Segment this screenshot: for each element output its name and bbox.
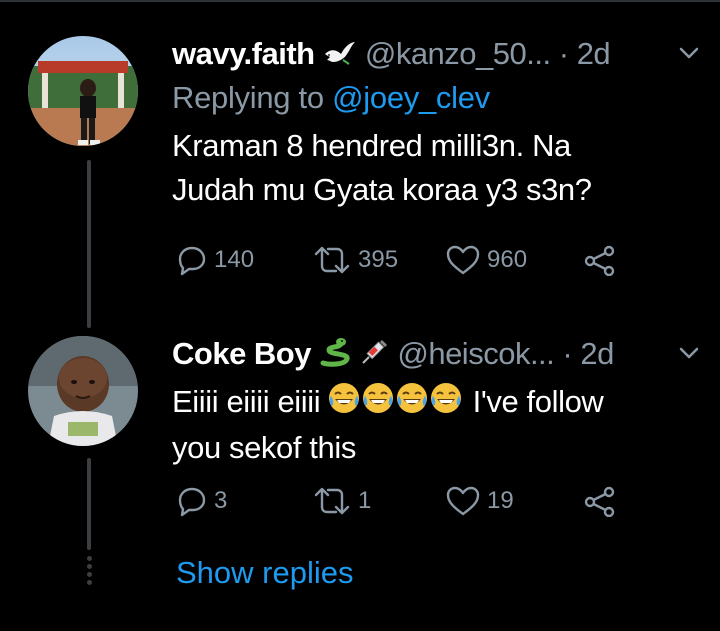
show-replies-link[interactable]: Show replies bbox=[176, 555, 353, 591]
tweet-text-segment: Eiiii eiiii eiiii bbox=[172, 384, 321, 419]
retweet-icon bbox=[314, 246, 350, 274]
reply-count: 140 bbox=[214, 246, 255, 273]
like-button[interactable]: 19 bbox=[445, 485, 514, 517]
reply-button[interactable]: 3 bbox=[176, 485, 227, 517]
share-button[interactable] bbox=[582, 485, 618, 517]
user-handle[interactable]: @heiscok... bbox=[397, 336, 554, 371]
share-icon bbox=[584, 245, 615, 276]
separator-dot: · bbox=[562, 336, 573, 371]
retweet-button[interactable]: 1 bbox=[312, 485, 371, 517]
top-divider bbox=[0, 0, 720, 2]
display-name[interactable]: Coke Boy bbox=[172, 336, 311, 371]
chevron-down-icon[interactable] bbox=[676, 338, 702, 374]
thread-line bbox=[87, 458, 91, 550]
thread-dots bbox=[84, 556, 94, 588]
user-handle[interactable]: @kanzo_50... bbox=[365, 36, 551, 71]
syringe-icon bbox=[359, 337, 389, 375]
retweet-button[interactable]: 395 bbox=[312, 244, 398, 276]
tweet-text-line: Kraman 8 hendred milli3n. Na bbox=[172, 128, 571, 163]
retweet-count: 1 bbox=[358, 487, 372, 514]
like-button[interactable]: 960 bbox=[445, 244, 527, 276]
dove-icon bbox=[323, 38, 357, 74]
thread-line bbox=[87, 160, 91, 328]
like-count: 960 bbox=[487, 246, 528, 273]
reply-icon bbox=[178, 487, 206, 517]
tweet-header: wavy.faith @kanzo_50... · 2d bbox=[172, 36, 704, 80]
laughing-emoji-icon bbox=[328, 381, 464, 426]
like-count: 19 bbox=[487, 487, 514, 514]
retweet-icon bbox=[314, 487, 350, 515]
reply-count: 3 bbox=[214, 487, 228, 514]
like-icon bbox=[446, 245, 480, 275]
separator-dot: · bbox=[558, 36, 569, 71]
tweet[interactable]: Coke Boy @heiscok... · 2d Eiiii eiiii ei… bbox=[172, 336, 704, 470]
tweet[interactable]: wavy.faith @kanzo_50... · 2d Replying to… bbox=[172, 36, 704, 212]
avatar[interactable] bbox=[28, 36, 138, 146]
reply-icon bbox=[178, 246, 206, 276]
avatar[interactable] bbox=[28, 336, 138, 446]
tweet-text-segment: I've follow bbox=[472, 384, 604, 419]
chevron-down-icon[interactable] bbox=[676, 38, 702, 74]
tweet-text: Kraman 8 hendred milli3n. Na Judah mu Gy… bbox=[172, 124, 704, 212]
share-button[interactable] bbox=[582, 244, 618, 276]
retweet-count: 395 bbox=[358, 246, 399, 273]
reply-button[interactable]: 140 bbox=[176, 244, 254, 276]
timestamp[interactable]: 2d bbox=[577, 36, 611, 71]
tweet-header: Coke Boy @heiscok... · 2d bbox=[172, 336, 704, 380]
tweet-text-line: you sekof this bbox=[172, 429, 356, 465]
snake-icon bbox=[319, 337, 351, 375]
like-icon bbox=[446, 486, 480, 516]
display-name[interactable]: wavy.faith bbox=[172, 36, 315, 71]
mention-link[interactable]: @joey_clev bbox=[332, 80, 490, 115]
share-icon bbox=[584, 486, 615, 517]
replying-to-label: Replying to bbox=[172, 80, 324, 115]
tweet-text-line: Judah mu Gyata koraa y3 s3n? bbox=[172, 172, 592, 207]
tweet-text-line: Eiiii eiiii eiiii I've follow bbox=[172, 380, 704, 426]
replying-to: Replying to @joey_clev bbox=[172, 80, 704, 124]
tweet-text: Eiiii eiiii eiiii I've follow you sekof … bbox=[172, 380, 704, 470]
timestamp[interactable]: 2d bbox=[580, 336, 614, 371]
